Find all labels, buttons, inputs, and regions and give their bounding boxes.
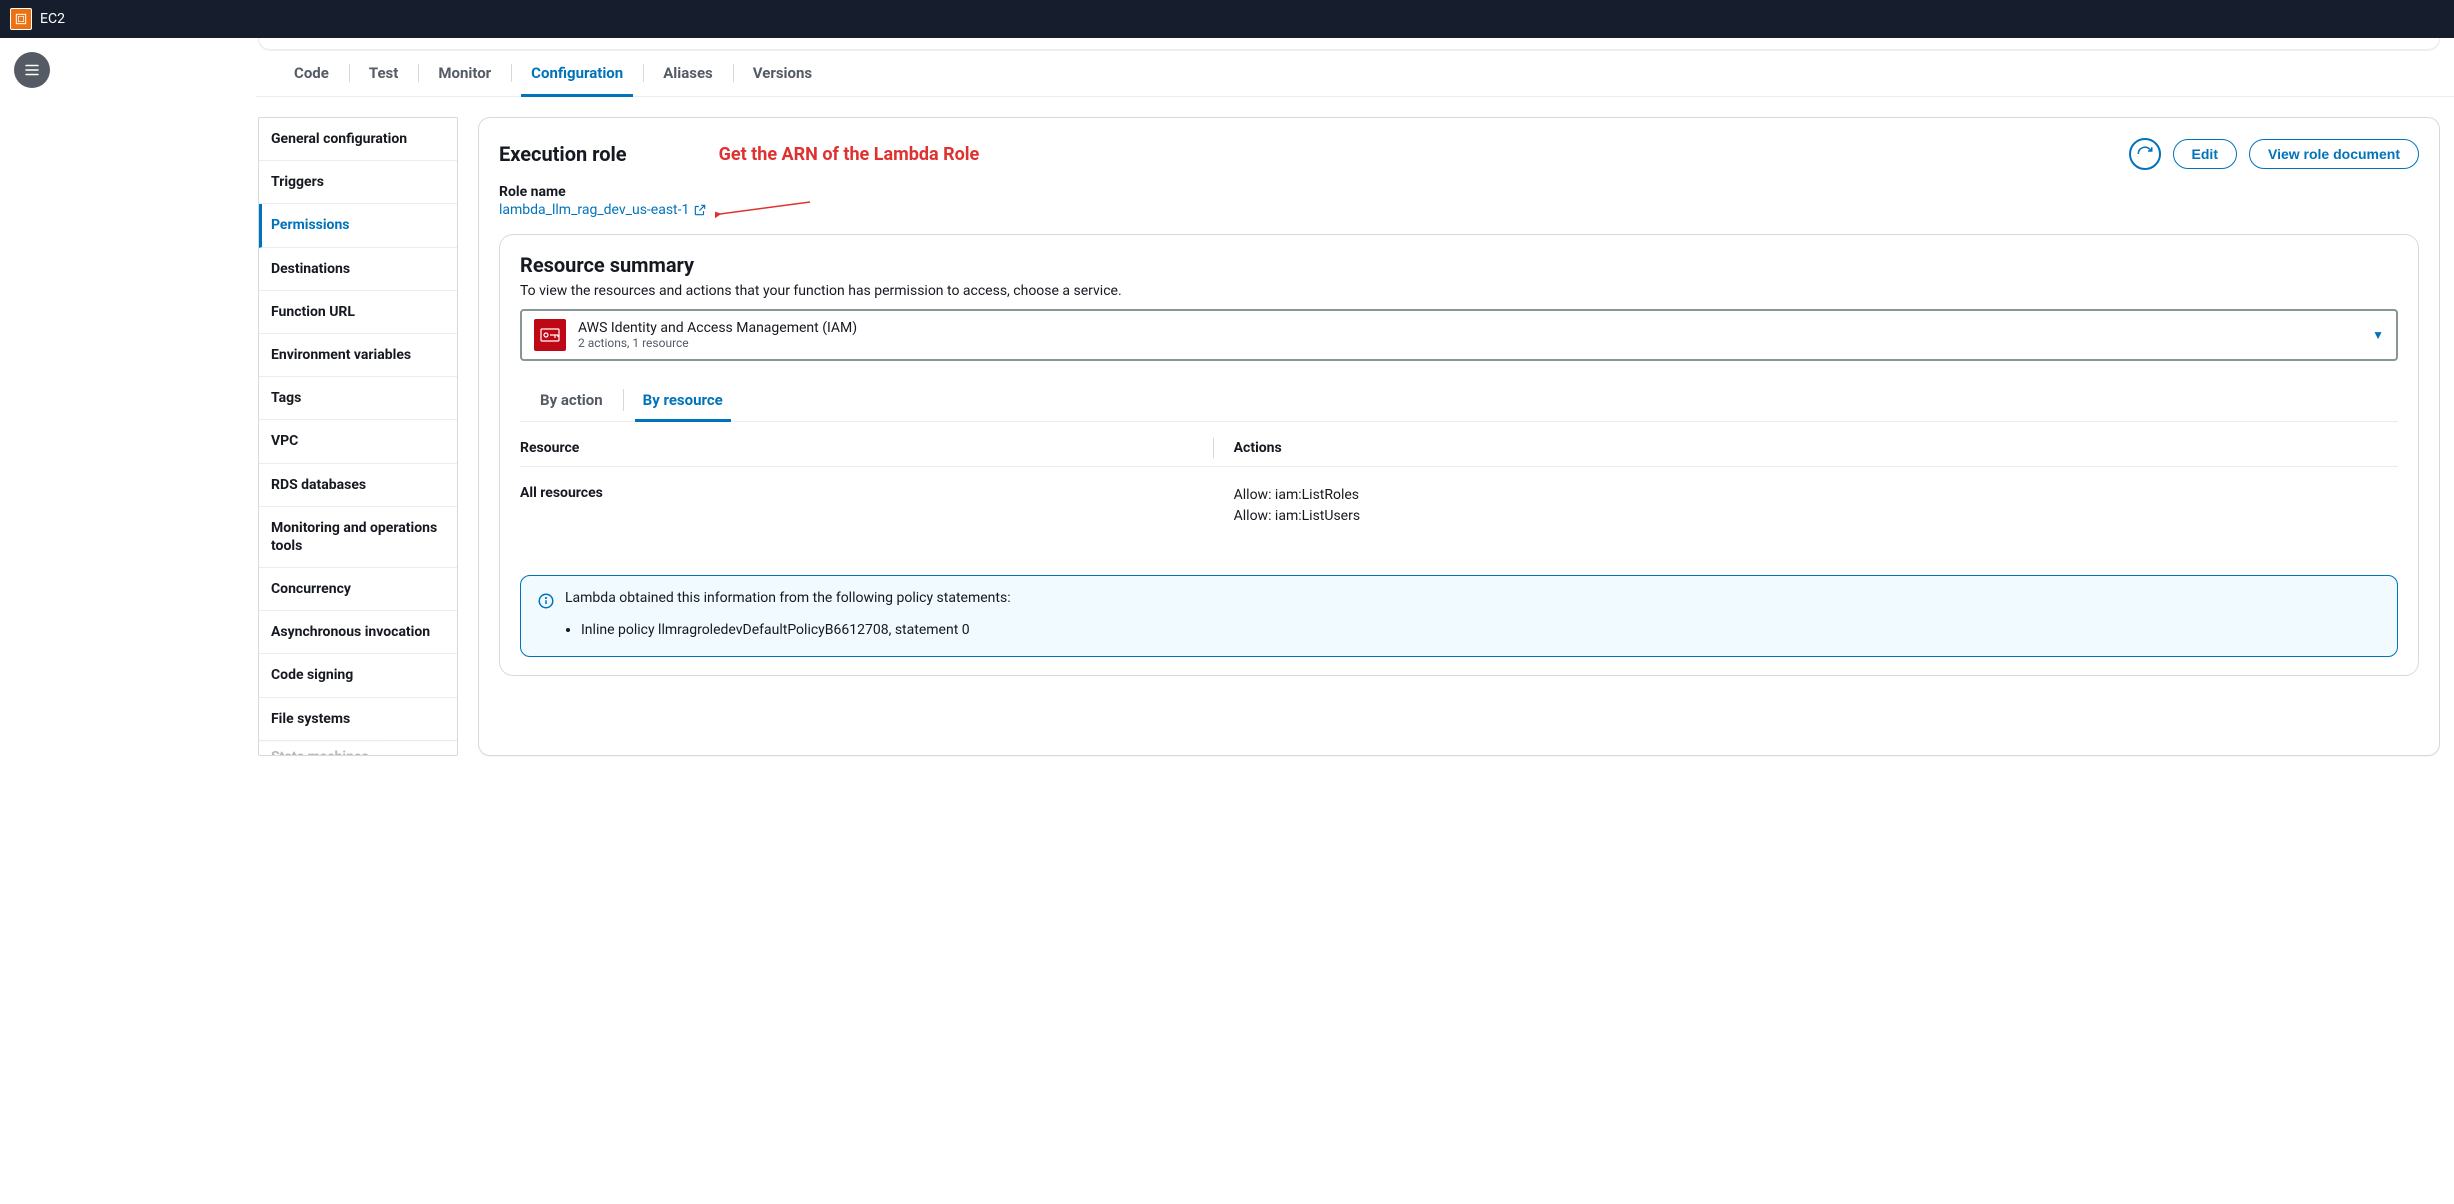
- tab-test[interactable]: Test: [349, 50, 419, 96]
- main-panel: Execution role Get the ARN of the Lambda…: [478, 117, 2440, 756]
- annotation-text: Get the ARN of the Lambda Role: [719, 144, 2117, 165]
- sidenav-item-concurrency[interactable]: Concurrency: [259, 568, 457, 611]
- resource-subtabs: By action By resource: [520, 379, 2398, 422]
- info-list-item: Inline policy llmragroledevDefaultPolicy…: [581, 622, 2381, 638]
- sidenav-item-function-url[interactable]: Function URL: [259, 291, 457, 334]
- sidenav-item-triggers[interactable]: Triggers: [259, 161, 457, 204]
- sidenav-item-env-vars[interactable]: Environment variables: [259, 334, 457, 377]
- external-link-icon: [693, 203, 707, 217]
- role-name-link[interactable]: lambda_llm_rag_dev_us-east-1: [499, 202, 707, 218]
- sidenav-item-permissions[interactable]: Permissions: [259, 204, 457, 247]
- table-row: All resources Allow: iam:ListRoles Allow…: [520, 467, 2398, 545]
- topbar-service-label[interactable]: EC2: [40, 11, 65, 27]
- tab-configuration[interactable]: Configuration: [511, 50, 643, 96]
- row-action: Allow: iam:ListUsers: [1234, 506, 1360, 527]
- sidenav-item-state-machines[interactable]: State machines: [259, 741, 457, 755]
- subtab-by-resource[interactable]: By resource: [623, 379, 743, 421]
- panel-stub: [258, 38, 2440, 50]
- ec2-service-icon: [10, 8, 32, 30]
- tab-code[interactable]: Code: [274, 50, 349, 96]
- sidenav-item-rds[interactable]: RDS databases: [259, 464, 457, 507]
- annotation-arrow: [715, 200, 815, 220]
- view-role-document-button[interactable]: View role document: [2249, 139, 2419, 169]
- role-name-label: Role name: [499, 184, 2419, 200]
- col-header-actions: Actions: [1234, 440, 1282, 456]
- config-sidenav: General configuration Triggers Permissio…: [258, 117, 458, 756]
- info-box: Lambda obtained this information from th…: [520, 575, 2398, 657]
- execution-role-heading: Execution role: [499, 142, 627, 166]
- sidenav-item-destinations[interactable]: Destinations: [259, 248, 457, 291]
- sidenav-item-general[interactable]: General configuration: [259, 118, 457, 161]
- iam-service-icon: [534, 319, 566, 351]
- tab-monitor[interactable]: Monitor: [418, 50, 511, 96]
- sidenav-item-tags[interactable]: Tags: [259, 377, 457, 420]
- main-tabs: Code Test Monitor Configuration Aliases …: [256, 50, 2454, 97]
- row-action: Allow: iam:ListRoles: [1234, 485, 1360, 506]
- info-icon: [537, 592, 555, 614]
- service-select-dropdown[interactable]: AWS Identity and Access Management (IAM)…: [520, 309, 2398, 361]
- subtab-by-action[interactable]: By action: [520, 379, 623, 421]
- refresh-button[interactable]: [2129, 138, 2161, 170]
- resource-summary-heading: Resource summary: [520, 253, 2398, 277]
- sidenav-item-monitoring-tools[interactable]: Monitoring and operations tools: [259, 507, 457, 568]
- topbar: EC2: [0, 0, 2454, 38]
- edit-button[interactable]: Edit: [2173, 139, 2237, 169]
- resource-summary-panel: Resource summary To view the resources a…: [499, 234, 2419, 676]
- role-name-text: lambda_llm_rag_dev_us-east-1: [499, 202, 689, 218]
- sidenav-item-vpc[interactable]: VPC: [259, 420, 457, 463]
- tab-aliases[interactable]: Aliases: [643, 50, 733, 96]
- sidenav-item-code-signing[interactable]: Code signing: [259, 654, 457, 697]
- resource-table: Resource Actions All resources Allow: ia…: [520, 430, 2398, 545]
- service-name: AWS Identity and Access Management (IAM): [578, 320, 2360, 336]
- hamburger-menu-button[interactable]: [14, 52, 50, 88]
- col-header-resource: Resource: [520, 440, 1234, 456]
- row-resource: All resources: [520, 485, 1234, 527]
- info-text: Lambda obtained this information from th…: [565, 590, 1011, 606]
- resource-summary-desc: To view the resources and actions that y…: [520, 283, 2398, 299]
- sidenav-item-file-systems[interactable]: File systems: [259, 698, 457, 741]
- chevron-down-icon: ▼: [2372, 328, 2384, 342]
- sidenav-item-async[interactable]: Asynchronous invocation: [259, 611, 457, 654]
- service-subtext: 2 actions, 1 resource: [578, 336, 2360, 350]
- tab-versions[interactable]: Versions: [733, 50, 832, 96]
